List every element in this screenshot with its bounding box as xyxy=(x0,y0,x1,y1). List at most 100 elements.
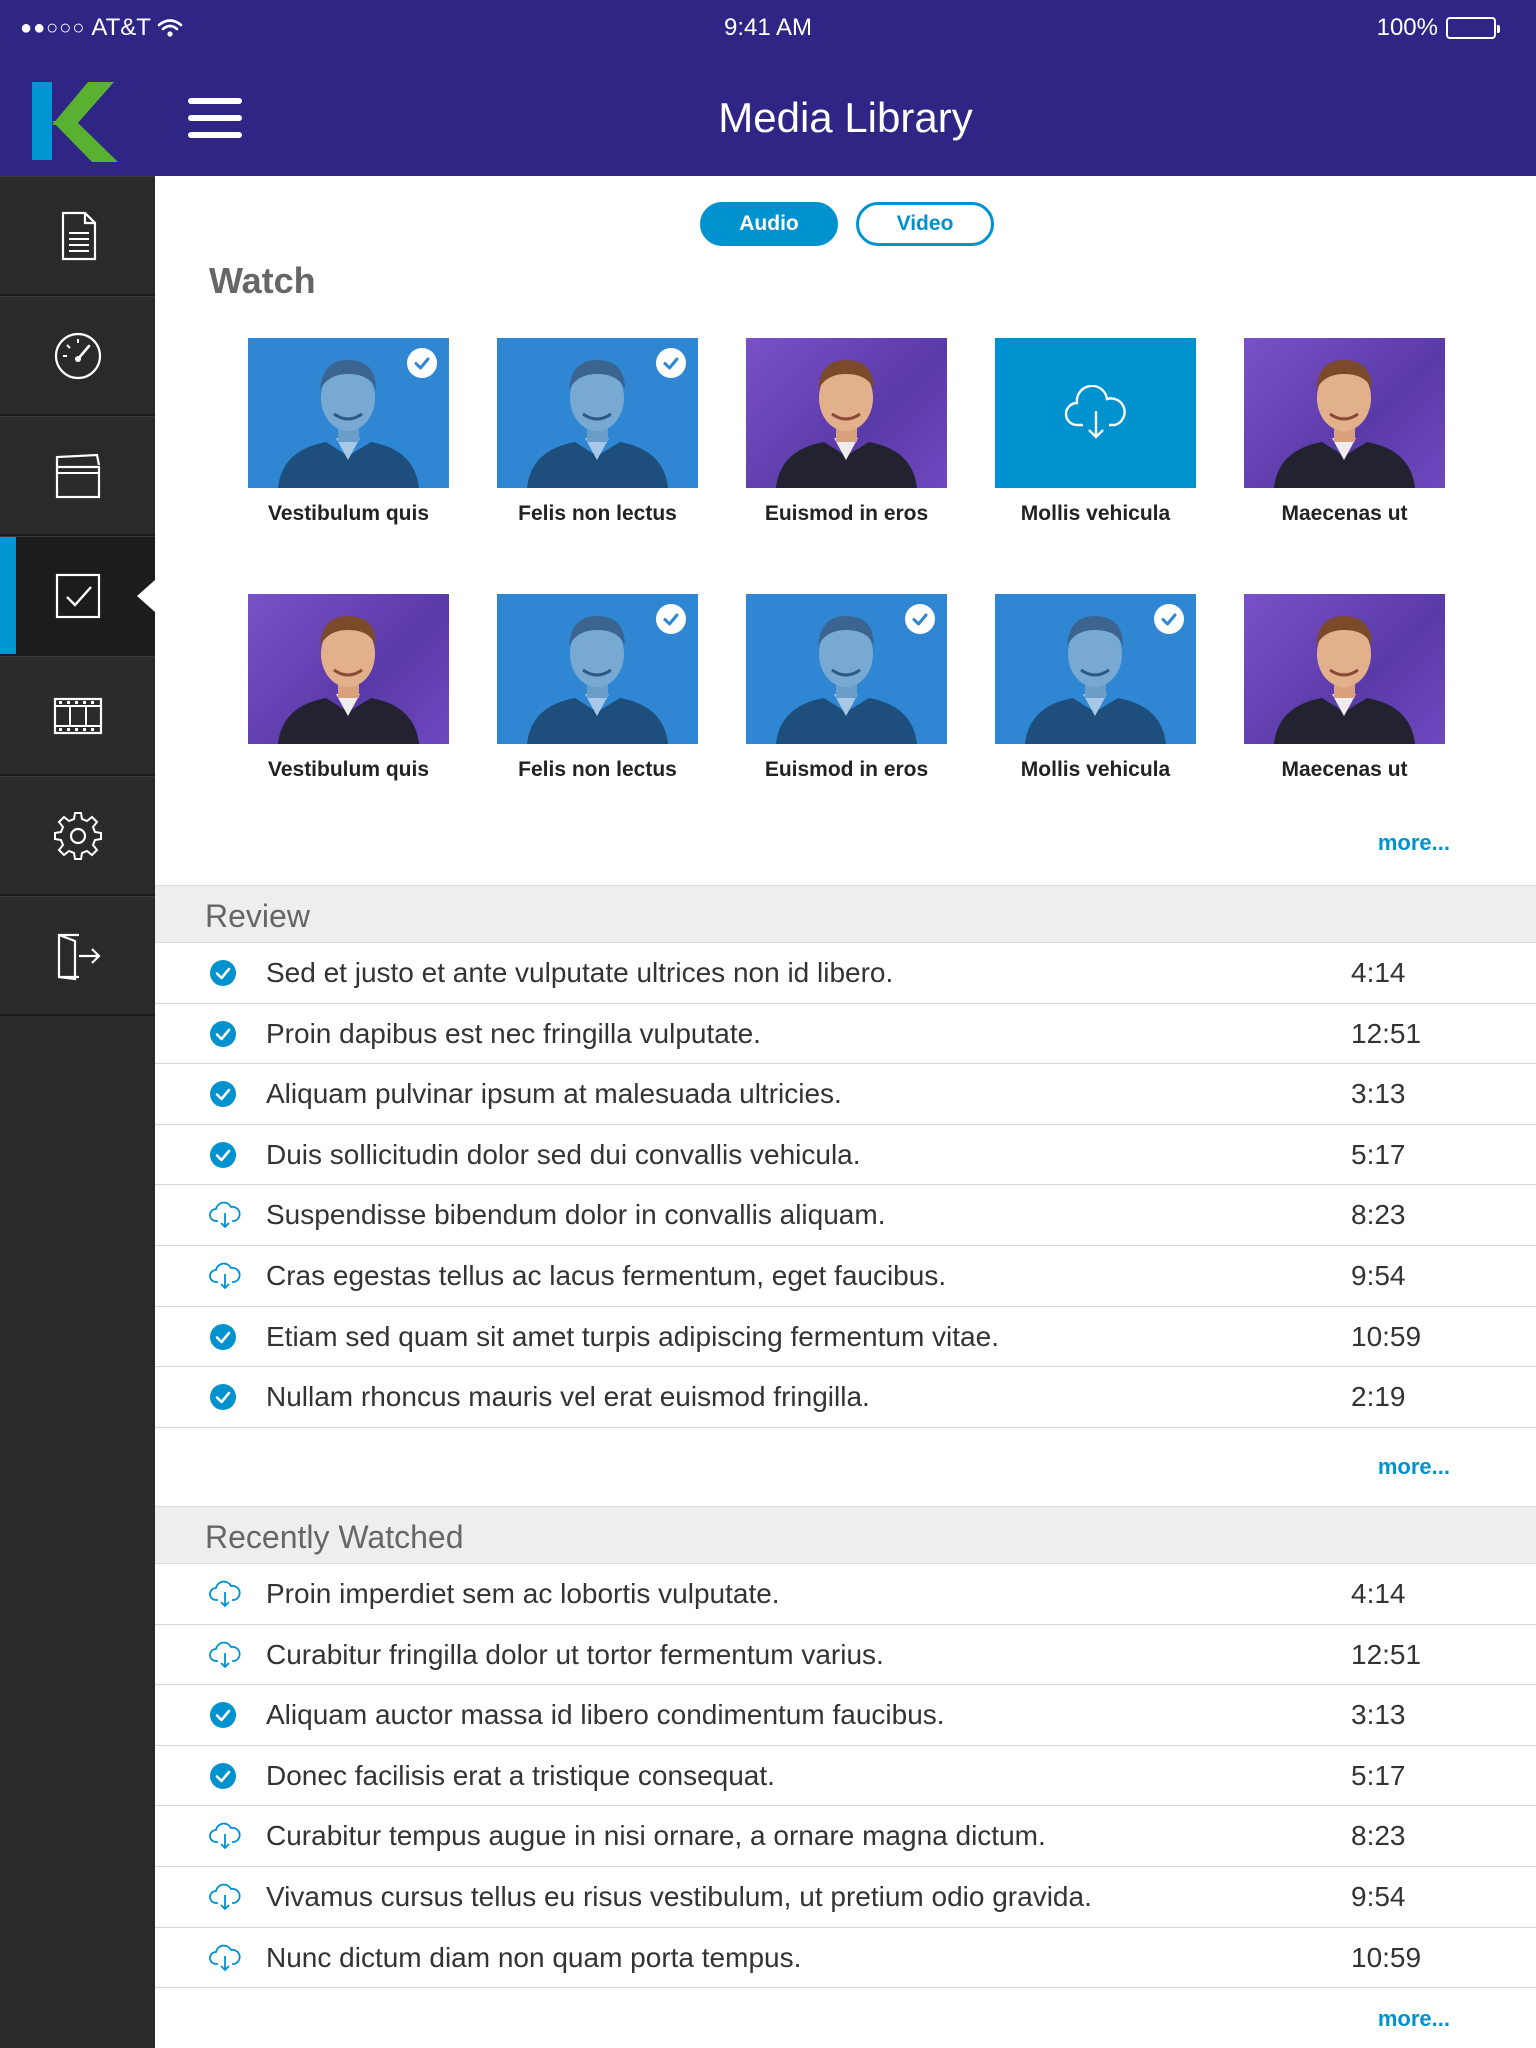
list-item[interactable]: Sed et justo et ante vulputate ultrices … xyxy=(155,943,1536,1004)
app-logo xyxy=(32,82,118,162)
media-tile[interactable]: Mollis vehicula xyxy=(995,338,1196,594)
media-tile[interactable]: Maecenas ut xyxy=(1244,338,1445,594)
video-thumbnail xyxy=(1244,594,1445,744)
list-item[interactable]: Vivamus cursus tellus eu risus vestibulu… xyxy=(155,1867,1536,1928)
check-circle-icon xyxy=(209,1080,237,1108)
media-tile[interactable]: Vestibulum quis xyxy=(248,594,449,850)
cloud-download-icon xyxy=(209,1262,241,1290)
list-item-title: Curabitur tempus augue in nisi ornare, a… xyxy=(266,1820,1046,1852)
list-item-title: Aliquam auctor massa id libero condiment… xyxy=(266,1699,945,1731)
cloud-download-icon xyxy=(209,1944,241,1972)
media-tile[interactable]: Vestibulum quis xyxy=(248,338,449,594)
list-item[interactable]: Etiam sed quam sit amet turpis adipiscin… xyxy=(155,1307,1536,1368)
video-thumbnail xyxy=(746,594,947,744)
tile-label: Euismod in eros xyxy=(764,502,929,525)
watch-section-title: Watch xyxy=(209,260,316,301)
video-thumbnail xyxy=(1244,338,1445,488)
sidebar-item-dashboard[interactable] xyxy=(0,296,155,416)
watch-more-link[interactable]: more... xyxy=(1378,830,1450,856)
audio-toggle-button[interactable]: Audio xyxy=(700,202,838,246)
media-tile[interactable]: Maecenas ut xyxy=(1244,594,1445,850)
gear-icon xyxy=(53,811,102,860)
page-title: Media Library xyxy=(718,94,973,141)
list-item-title: Vivamus cursus tellus eu risus vestibulu… xyxy=(266,1880,1092,1912)
clock: 9:41 AM xyxy=(723,14,813,41)
list-item-title: Etiam sed quam sit amet turpis adipiscin… xyxy=(266,1320,999,1352)
cloud-download-icon xyxy=(209,1580,241,1608)
list-item[interactable]: Suspendisse bibendum dolor in convallis … xyxy=(155,1185,1536,1246)
list-item[interactable]: Nullam rhoncus mauris vel erat euismod f… xyxy=(155,1367,1536,1428)
list-item-title: Nullam rhoncus mauris vel erat euismod f… xyxy=(266,1381,870,1413)
sidebar-item-media[interactable] xyxy=(0,416,155,536)
list-item-duration: 5:17 xyxy=(1351,1138,1406,1170)
list-item[interactable]: Proin dapibus est nec fringilla vulputat… xyxy=(155,1004,1536,1065)
list-item-duration: 8:23 xyxy=(1351,1820,1406,1852)
sidebar-item-logout[interactable] xyxy=(0,896,155,1016)
media-tile[interactable]: Euismod in eros xyxy=(746,594,947,850)
video-thumbnail xyxy=(248,594,449,744)
list-item[interactable]: Cras egestas tellus ac lacus fermentum, … xyxy=(155,1246,1536,1307)
list-item[interactable]: Duis sollicitudin dolor sed dui convalli… xyxy=(155,1125,1536,1186)
list-item-duration: 9:54 xyxy=(1351,1880,1406,1912)
cloud-download-icon xyxy=(995,338,1196,488)
checkmark-icon xyxy=(905,604,935,634)
list-item-title: Sed et justo et ante vulputate ultrices … xyxy=(266,957,894,988)
cloud-download-icon xyxy=(209,1822,241,1850)
list-item-duration: 3:13 xyxy=(1351,1699,1406,1731)
review-more-link[interactable]: more... xyxy=(1378,1454,1450,1480)
tile-label: Mollis vehicula xyxy=(1020,502,1171,525)
sidebar-item-tasks[interactable] xyxy=(0,536,155,656)
tile-label: Maecenas ut xyxy=(1281,502,1408,525)
list-item[interactable]: Nunc dictum diam non quam porta tempus. 1… xyxy=(155,1928,1536,1989)
list-item-title: Donec facilisis erat a tristique consequ… xyxy=(266,1759,775,1791)
cloud-download-icon xyxy=(209,1201,241,1229)
review-section-header: Review xyxy=(155,885,1536,943)
recent-more-link[interactable]: more... xyxy=(1378,2006,1450,2032)
battery-percent: 100% xyxy=(1376,14,1438,41)
sidebar-item-documents[interactable] xyxy=(0,176,155,296)
video-thumbnail xyxy=(995,594,1196,744)
list-item-title: Nunc dictum diam non quam porta tempus. xyxy=(266,1941,802,1973)
recent-list: Proin imperdiet sem ac lobortis vulputat… xyxy=(155,1564,1536,1989)
checkbox-icon xyxy=(55,573,100,618)
checkmark-icon xyxy=(656,604,686,634)
list-item[interactable]: Donec facilisis erat a tristique consequ… xyxy=(155,1746,1536,1807)
video-thumbnail xyxy=(497,594,698,744)
sidebar-item-videos[interactable] xyxy=(0,656,155,776)
list-item[interactable]: Proin imperdiet sem ac lobortis vulputat… xyxy=(155,1564,1536,1625)
review-list: Sed et justo et ante vulputate ultrices … xyxy=(155,943,1536,1428)
speedometer-icon xyxy=(54,332,101,379)
list-item[interactable]: Curabitur tempus augue in nisi ornare, a… xyxy=(155,1806,1536,1867)
clapperboard-icon xyxy=(55,453,100,498)
check-circle-icon xyxy=(209,959,237,987)
list-item-duration: 8:23 xyxy=(1351,1199,1406,1231)
sidebar xyxy=(0,176,155,2048)
status-bar: ●●○○○ AT&T 9:41 AM 100% xyxy=(0,0,1536,56)
list-item-title: Suspendisse bibendum dolor in convallis … xyxy=(266,1199,886,1231)
list-item[interactable]: Aliquam pulvinar ipsum at malesuada ultr… xyxy=(155,1064,1536,1125)
main-content: Audio Video Watch Vestibulum quis Felis … xyxy=(155,176,1536,2048)
media-tile[interactable]: Euismod in eros xyxy=(746,338,947,594)
tile-label: Felis non lectus xyxy=(518,502,677,525)
cloud-download-icon xyxy=(209,1641,241,1669)
check-circle-icon xyxy=(209,1020,237,1048)
battery-icon xyxy=(1446,17,1500,39)
sidebar-item-settings[interactable] xyxy=(0,776,155,896)
media-tile[interactable]: Felis non lectus xyxy=(497,594,698,850)
list-item-duration: 4:14 xyxy=(1351,957,1406,988)
media-tile[interactable]: Mollis vehicula xyxy=(995,594,1196,850)
check-circle-icon xyxy=(209,1323,237,1351)
check-circle-icon xyxy=(209,1383,237,1411)
tile-label: Maecenas ut xyxy=(1281,758,1408,781)
list-item-duration: 5:17 xyxy=(1351,1759,1406,1791)
list-item-title: Curabitur fringilla dolor ut tortor ferm… xyxy=(266,1638,884,1670)
list-item-duration: 4:14 xyxy=(1351,1578,1406,1609)
list-item-title: Duis sollicitudin dolor sed dui convalli… xyxy=(266,1138,861,1170)
list-item[interactable]: Aliquam auctor massa id libero condiment… xyxy=(155,1685,1536,1746)
list-item[interactable]: Curabitur fringilla dolor ut tortor ferm… xyxy=(155,1625,1536,1686)
video-toggle-button[interactable]: Video xyxy=(856,202,994,246)
media-tile[interactable]: Felis non lectus xyxy=(497,338,698,594)
list-item-duration: 3:13 xyxy=(1351,1078,1406,1110)
checkmark-icon xyxy=(407,348,437,378)
list-item-duration: 2:19 xyxy=(1351,1381,1406,1413)
